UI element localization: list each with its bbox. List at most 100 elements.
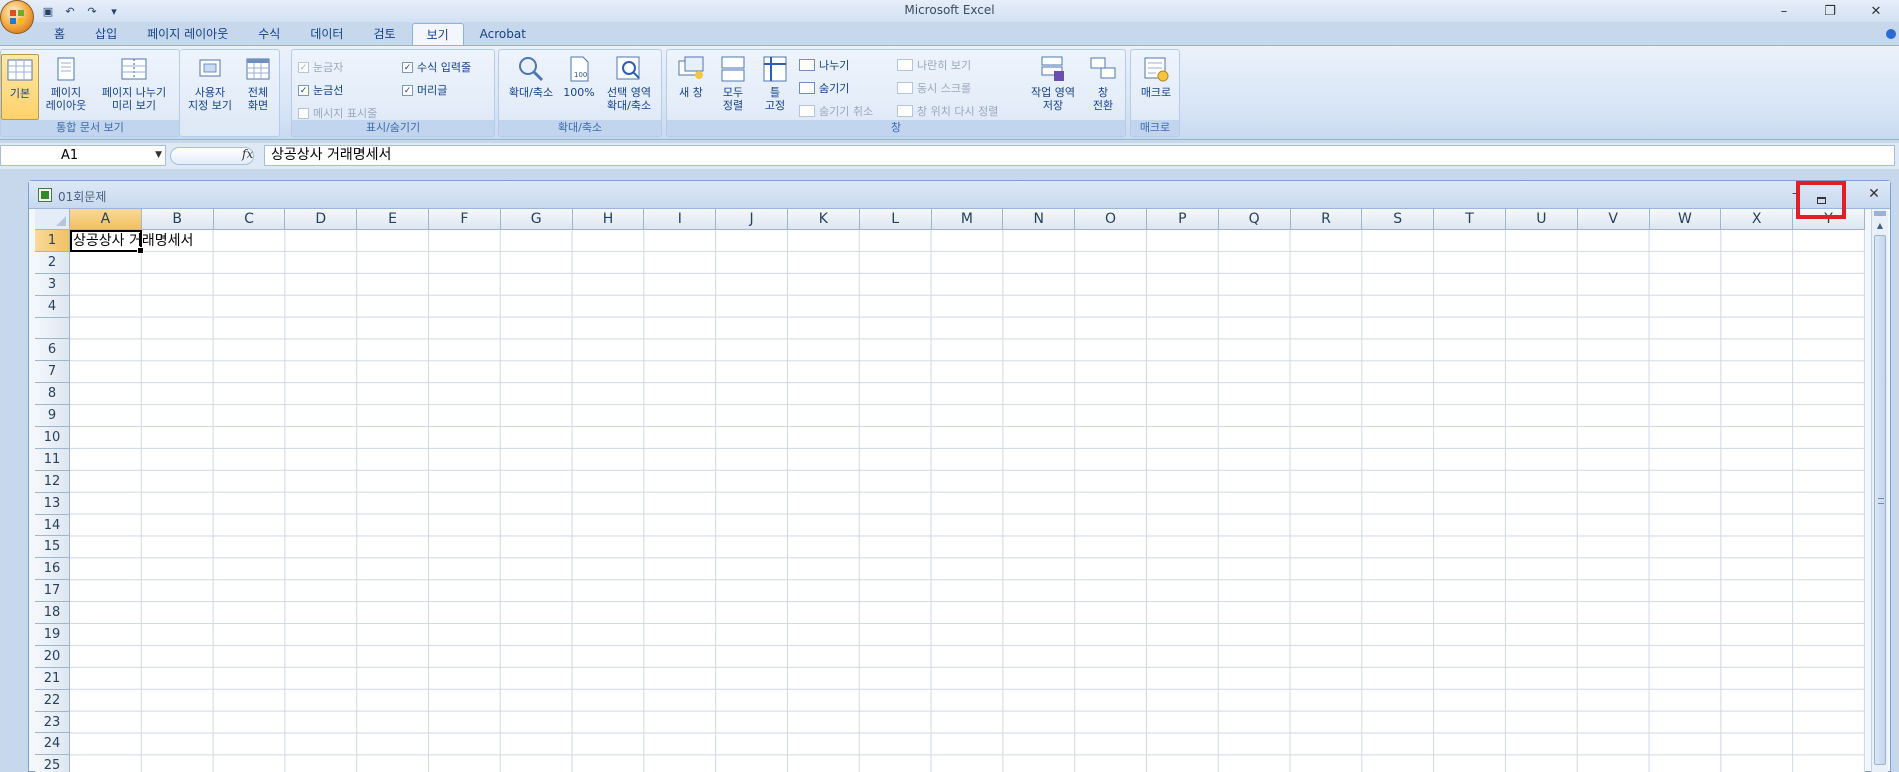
freeze-panes-button[interactable]: 틀 고정: [755, 54, 795, 120]
column-header-a[interactable]: A: [70, 209, 142, 230]
name-box[interactable]: A1 ▼: [0, 145, 166, 166]
row-header-22[interactable]: 22: [35, 689, 70, 712]
column-header-b[interactable]: B: [141, 209, 214, 230]
switch-windows-button[interactable]: 창 전환: [1083, 54, 1123, 120]
row-header-19[interactable]: 19: [35, 624, 70, 646]
column-header-o[interactable]: O: [1075, 209, 1147, 230]
column-header-n[interactable]: N: [1003, 209, 1076, 230]
cell-area[interactable]: [70, 230, 1865, 772]
row-header-3[interactable]: 3: [35, 273, 70, 296]
tab-review[interactable]: 검토: [359, 23, 409, 45]
column-header-s[interactable]: S: [1362, 209, 1435, 230]
restore-button[interactable]: ❐: [1807, 0, 1853, 22]
workbook-close-button[interactable]: ✕: [1864, 186, 1884, 204]
row-header-18[interactable]: 18: [35, 602, 70, 625]
row-header-1[interactable]: 1: [35, 230, 70, 252]
column-header-m[interactable]: M: [931, 209, 1004, 230]
column-header-g[interactable]: G: [500, 209, 573, 230]
office-button[interactable]: [0, 0, 34, 34]
chevron-down-icon[interactable]: ▼: [155, 146, 162, 165]
side-by-side-button[interactable]: 나란히 보기: [897, 57, 971, 73]
insert-function-icon[interactable]: fx: [242, 147, 253, 161]
reset-position-button[interactable]: 창 위치 다시 정렬: [897, 103, 998, 119]
row-header-14[interactable]: 14: [35, 514, 70, 537]
row-header-13[interactable]: 13: [35, 492, 70, 515]
page-break-preview-button[interactable]: 페이지 나누기 미리 보기: [93, 54, 175, 120]
help-icon[interactable]: [1886, 29, 1896, 39]
row-header-24[interactable]: 24: [35, 733, 70, 756]
row-header-10[interactable]: 10: [35, 427, 70, 449]
column-header-k[interactable]: K: [787, 209, 860, 230]
new-window-button[interactable]: 새 창: [671, 54, 711, 120]
column-header-c[interactable]: C: [213, 209, 286, 230]
formula-input[interactable]: 상공상사 거래명세서: [264, 145, 1895, 166]
column-header-h[interactable]: H: [572, 209, 645, 230]
minimize-button[interactable]: –: [1761, 0, 1807, 22]
row-header-15[interactable]: 15: [35, 536, 70, 559]
row-header-2[interactable]: 2: [35, 251, 70, 274]
column-header-i[interactable]: I: [644, 209, 717, 230]
column-header-d[interactable]: D: [285, 209, 358, 230]
tab-view[interactable]: 보기: [411, 23, 464, 45]
gridlines-checkbox[interactable]: ✓ 눈금선: [298, 82, 343, 98]
column-header-t[interactable]: T: [1434, 209, 1506, 230]
row-header-5[interactable]: [35, 317, 70, 340]
column-header-j[interactable]: J: [716, 209, 788, 230]
formula-bar-checkbox[interactable]: ✓ 수식 입력줄: [402, 59, 471, 75]
arrange-all-button[interactable]: 모두 정렬: [713, 54, 753, 120]
tab-page-layout[interactable]: 페이지 레이아웃: [133, 23, 242, 45]
tab-acrobat[interactable]: Acrobat: [466, 23, 540, 45]
column-header-r[interactable]: R: [1290, 209, 1363, 230]
tab-insert[interactable]: 삽입: [81, 23, 131, 45]
ruler-checkbox[interactable]: ✓ 눈금자: [298, 59, 343, 75]
column-header-e[interactable]: E: [357, 209, 429, 230]
vertical-scrollbar[interactable]: ▲: [1871, 209, 1888, 772]
column-header-l[interactable]: L: [859, 209, 932, 230]
row-header-20[interactable]: 20: [35, 645, 70, 668]
close-button[interactable]: ✕: [1853, 0, 1899, 22]
row-header-17[interactable]: 17: [35, 580, 70, 603]
normal-view-button[interactable]: 기본: [1, 54, 39, 120]
row-header-8[interactable]: 8: [35, 383, 70, 406]
row-header-7[interactable]: 7: [35, 361, 70, 384]
sync-scroll-button[interactable]: 동시 스크롤: [897, 80, 971, 96]
macros-button[interactable]: 매크로: [1134, 54, 1178, 120]
scroll-up-icon[interactable]: ▲: [1873, 219, 1887, 233]
row-header-4[interactable]: 4: [35, 295, 70, 318]
select-all-button[interactable]: [35, 209, 70, 230]
tab-data[interactable]: 데이터: [296, 23, 357, 45]
row-header-21[interactable]: 21: [35, 667, 70, 690]
message-bar-checkbox[interactable]: 메시지 표시줄: [298, 105, 377, 121]
column-header-u[interactable]: U: [1505, 209, 1578, 230]
row-header-25[interactable]: 25: [35, 755, 70, 772]
save-workspace-button[interactable]: 작업 영역 저장: [1025, 54, 1081, 120]
zoom-100-button[interactable]: 100 100%: [561, 54, 597, 120]
column-header-q[interactable]: Q: [1218, 209, 1291, 230]
row-header-12[interactable]: 12: [35, 470, 70, 493]
split-button[interactable]: 나누기: [799, 57, 849, 73]
page-layout-view-button[interactable]: 페이지 레이아웃: [43, 54, 89, 120]
split-handle[interactable]: [1874, 211, 1886, 216]
zoom-button[interactable]: 확대/축소: [503, 54, 559, 120]
scroll-thumb[interactable]: [1874, 235, 1886, 765]
column-header-f[interactable]: F: [428, 209, 501, 230]
column-header-w[interactable]: W: [1649, 209, 1722, 230]
workbook-restore-button[interactable]: [1796, 181, 1846, 219]
row-header-23[interactable]: 23: [35, 711, 70, 734]
column-header-p[interactable]: P: [1146, 209, 1219, 230]
row-header-6[interactable]: 6: [35, 339, 70, 362]
hide-button[interactable]: 숨기기: [799, 80, 849, 96]
full-screen-button[interactable]: 전체 화면: [240, 54, 276, 120]
row-header-11[interactable]: 11: [35, 448, 70, 471]
tab-home[interactable]: 홈: [40, 23, 79, 45]
column-header-x[interactable]: X: [1721, 209, 1794, 230]
tab-formulas[interactable]: 수식: [244, 23, 294, 45]
headings-checkbox[interactable]: ✓ 머리글: [402, 82, 447, 98]
unhide-button[interactable]: 숨기기 취소: [799, 103, 873, 119]
row-header-9[interactable]: 9: [35, 405, 70, 428]
zoom-selection-button[interactable]: 선택 영역 확대/축소: [599, 54, 659, 120]
row-header-16[interactable]: 16: [35, 558, 70, 581]
worksheet-grid[interactable]: ABCDEFGHIJKLMNOPQRSTUVWXY 1 2 3 4 6 7 8 9 10 11 12…: [35, 209, 1865, 772]
custom-views-button[interactable]: 사용자 지정 보기: [184, 54, 236, 120]
column-header-v[interactable]: V: [1577, 209, 1650, 230]
